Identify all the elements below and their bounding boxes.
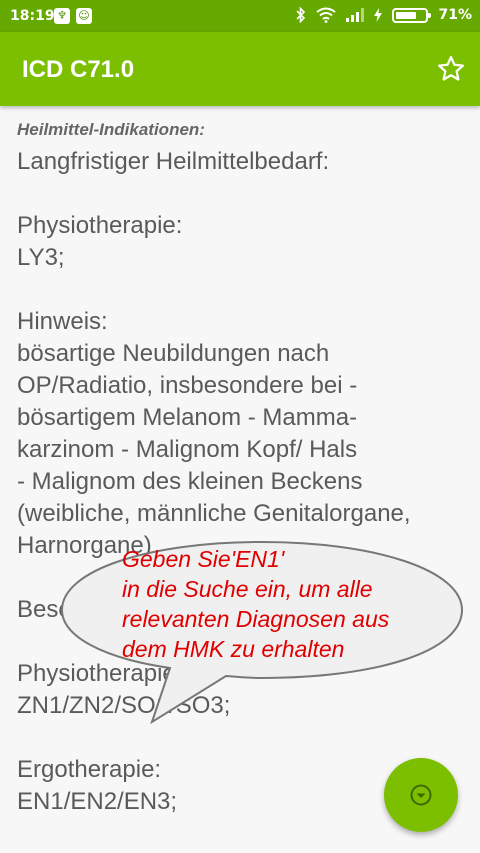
signal-icon <box>346 8 365 22</box>
page-title: ICD C71.0 <box>22 56 135 83</box>
battery-percent: 71% <box>438 7 472 23</box>
charging-icon <box>374 8 383 22</box>
section-heading: Heilmittel-Indikationen: <box>17 120 205 139</box>
status-bar: 18:19 ♆ ☺ 71% <box>0 0 480 32</box>
shield-app-icon: ♆ <box>54 8 70 24</box>
app-bar: ICD C71.0 <box>0 32 480 106</box>
hint-text: Geben Sie'EN1' in die Suche ein, um alle… <box>122 546 390 662</box>
hint-speech-bubble: Geben Sie'EN1' in die Suche ein, um alle… <box>60 540 464 725</box>
chevron-down-circle-icon <box>410 784 432 806</box>
robot-app-icon: ☺ <box>76 8 92 24</box>
status-time: 18:19 <box>10 8 55 24</box>
bluetooth-icon <box>296 7 306 23</box>
wifi-icon <box>316 7 337 23</box>
star-outline-icon[interactable] <box>436 54 466 84</box>
scroll-down-fab[interactable] <box>384 758 458 832</box>
battery-icon <box>392 7 432 23</box>
